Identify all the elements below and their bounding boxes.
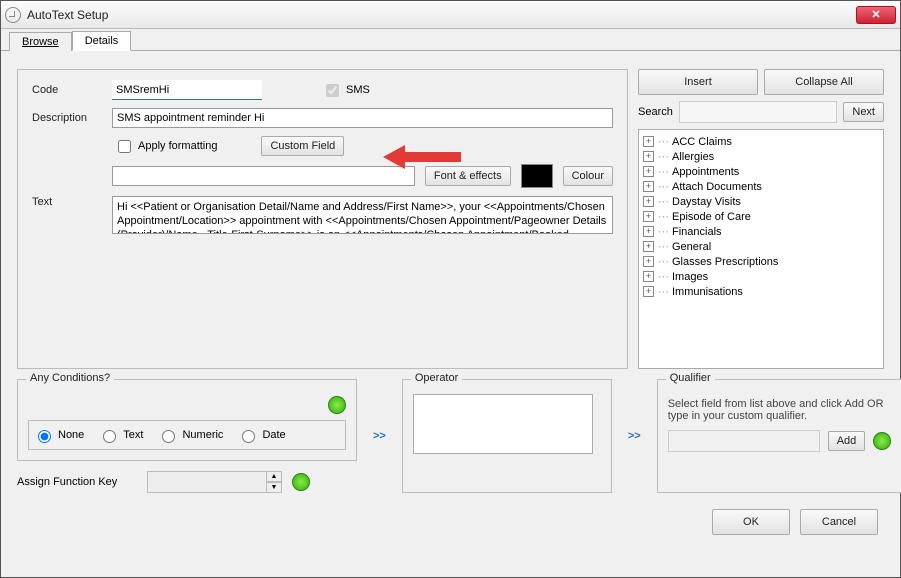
- tree-label: Immunisations: [672, 286, 743, 298]
- tree-label: Images: [672, 271, 708, 283]
- tab-browse[interactable]: Browse: [9, 32, 72, 51]
- sms-check-input[interactable]: [326, 84, 339, 97]
- ok-button[interactable]: OK: [712, 509, 790, 535]
- app-icon: [5, 7, 21, 23]
- conditions-help-icon[interactable]: [328, 396, 346, 414]
- dialog-body: Code SMS Description Apply: [1, 51, 900, 577]
- cond-text[interactable]: Text: [98, 427, 143, 443]
- add-button[interactable]: Add: [828, 431, 866, 451]
- tree-item[interactable]: +⋯Financials: [641, 224, 881, 239]
- font-effects-button[interactable]: Font & effects: [425, 166, 511, 186]
- qualifier-input[interactable]: [668, 430, 820, 452]
- assign-fn-input[interactable]: [147, 471, 267, 493]
- expand-icon[interactable]: +: [643, 256, 654, 267]
- spin-down-icon[interactable]: ▼: [266, 482, 282, 493]
- tree-label: Attach Documents: [672, 181, 762, 193]
- tree-item[interactable]: +⋯Episode of Care: [641, 209, 881, 224]
- qualifier-title: Qualifier: [666, 372, 715, 384]
- tree-label: ACC Claims: [672, 136, 732, 148]
- apply-formatting-label: Apply formatting: [138, 140, 217, 152]
- sms-checkbox[interactable]: SMS: [322, 81, 370, 100]
- qualifier-help-icon[interactable]: [873, 432, 891, 450]
- format-sample-input[interactable]: [112, 166, 415, 186]
- window-title: AutoText Setup: [27, 8, 108, 22]
- tree-label: Daystay Visits: [672, 196, 741, 208]
- autotext-setup-window: AutoText Setup ✕ Browse Details Code SMS: [0, 0, 901, 578]
- assign-fn-spinner[interactable]: ▲ ▼: [147, 471, 282, 493]
- field-tree[interactable]: +⋯ACC Claims+⋯Allergies+⋯Appointments+⋯A…: [638, 129, 884, 369]
- cancel-button[interactable]: Cancel: [800, 509, 878, 535]
- operator-group: Operator: [402, 379, 612, 493]
- fields-tree-panel: Insert Collapse All Search Next +⋯ACC Cl…: [638, 69, 884, 369]
- tree-item[interactable]: +⋯ACC Claims: [641, 134, 881, 149]
- tree-item[interactable]: +⋯Attach Documents: [641, 179, 881, 194]
- cond-none[interactable]: None: [33, 427, 84, 443]
- sms-label: SMS: [346, 84, 370, 96]
- expand-icon[interactable]: +: [643, 271, 654, 282]
- cond-numeric[interactable]: Numeric: [157, 427, 223, 443]
- expand-icon[interactable]: +: [643, 241, 654, 252]
- search-input[interactable]: [679, 101, 838, 123]
- conditions-title: Any Conditions?: [26, 372, 114, 384]
- expand-icon[interactable]: +: [643, 166, 654, 177]
- color-swatch[interactable]: [521, 164, 553, 188]
- apply-formatting-input[interactable]: [118, 140, 131, 153]
- tree-label: Financials: [672, 226, 722, 238]
- arrow-to-operator-icon[interactable]: >>: [367, 430, 392, 442]
- tree-item[interactable]: +⋯Daystay Visits: [641, 194, 881, 209]
- operator-list[interactable]: [413, 394, 593, 454]
- expand-icon[interactable]: +: [643, 181, 654, 192]
- assign-fn-label: Assign Function Key: [17, 476, 137, 488]
- qualifier-hint: Select field from list above and click A…: [668, 398, 892, 422]
- code-input[interactable]: [112, 80, 262, 100]
- expand-icon[interactable]: +: [643, 211, 654, 222]
- expand-icon[interactable]: +: [643, 151, 654, 162]
- expand-icon[interactable]: +: [643, 226, 654, 237]
- cond-date[interactable]: Date: [237, 427, 285, 443]
- search-label: Search: [638, 106, 673, 118]
- tree-item[interactable]: +⋯Immunisations: [641, 284, 881, 299]
- tree-item[interactable]: +⋯Appointments: [641, 164, 881, 179]
- tree-label: General: [672, 241, 711, 253]
- code-label: Code: [32, 84, 102, 96]
- collapse-all-button[interactable]: Collapse All: [764, 69, 884, 95]
- operator-title: Operator: [411, 372, 462, 384]
- description-input[interactable]: [112, 108, 613, 128]
- tree-item[interactable]: +⋯Allergies: [641, 149, 881, 164]
- tree-item[interactable]: +⋯Images: [641, 269, 881, 284]
- description-label: Description: [32, 112, 102, 124]
- tab-details[interactable]: Details: [72, 31, 132, 51]
- titlebar[interactable]: AutoText Setup ✕: [1, 1, 900, 29]
- text-textarea[interactable]: Hi <<Patient or Organisation Detail/Name…: [112, 196, 613, 234]
- expand-icon[interactable]: +: [643, 286, 654, 297]
- expand-icon[interactable]: +: [643, 136, 654, 147]
- custom-field-button[interactable]: Custom Field: [261, 136, 344, 156]
- arrow-to-qualifier-icon[interactable]: >>: [622, 430, 647, 442]
- apply-formatting-checkbox[interactable]: Apply formatting: [114, 137, 217, 156]
- colour-button[interactable]: Colour: [563, 166, 613, 186]
- text-label: Text: [32, 196, 102, 208]
- details-panel: Code SMS Description Apply: [17, 69, 628, 369]
- tree-label: Episode of Care: [672, 211, 751, 223]
- tab-bar: Browse Details: [1, 29, 900, 51]
- tree-label: Glasses Prescriptions: [672, 256, 778, 268]
- expand-icon[interactable]: +: [643, 196, 654, 207]
- spin-up-icon[interactable]: ▲: [266, 471, 282, 482]
- tree-item[interactable]: +⋯General: [641, 239, 881, 254]
- close-button[interactable]: ✕: [856, 6, 896, 24]
- tree-label: Allergies: [672, 151, 714, 163]
- next-button[interactable]: Next: [843, 102, 884, 122]
- tree-label: Appointments: [672, 166, 739, 178]
- qualifier-group: Qualifier Select field from list above a…: [657, 379, 901, 493]
- insert-button[interactable]: Insert: [638, 69, 758, 95]
- tree-item[interactable]: +⋯Glasses Prescriptions: [641, 254, 881, 269]
- conditions-group: Any Conditions? None Text Numeric Date: [17, 379, 357, 461]
- assign-fn-help-icon[interactable]: [292, 473, 310, 491]
